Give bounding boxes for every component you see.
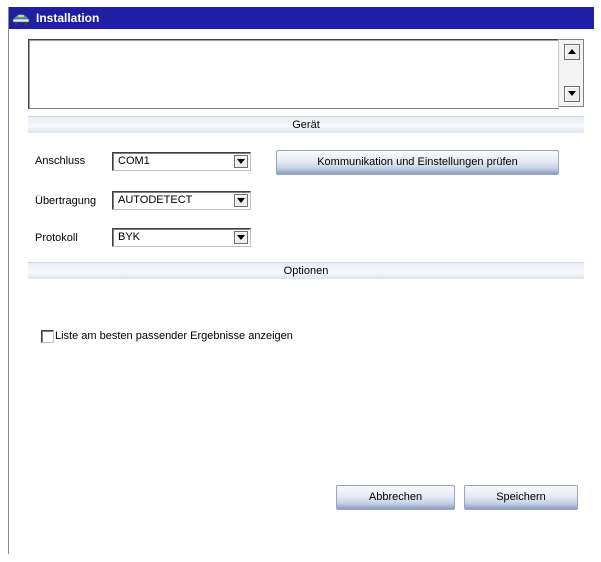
log-textarea[interactable] (28, 39, 559, 109)
transfer-value: AUTODETECT (118, 194, 193, 206)
title-bar[interactable]: Installation (9, 7, 594, 29)
save-button[interactable]: Speichern (464, 485, 578, 510)
chevron-down-icon (237, 159, 245, 164)
scroll-up-button[interactable] (564, 44, 580, 60)
chevron-down-icon (237, 198, 245, 203)
transfer-dropdown-button[interactable] (234, 194, 248, 207)
transfer-select[interactable]: AUTODETECT (112, 191, 251, 210)
installation-window: Installation Gerät Anschluss COM1 Übertr… (8, 7, 594, 554)
protocol-select[interactable]: BYK (112, 228, 251, 247)
connection-select[interactable]: COM1 (112, 152, 251, 171)
installation-app-icon (12, 10, 30, 26)
connection-label: Anschluss (35, 155, 86, 167)
arrow-down-icon (568, 91, 576, 96)
protocol-label: Protokoll (35, 232, 78, 244)
transfer-label: Übertragung (35, 195, 97, 207)
section-header-options: Optionen (28, 262, 584, 279)
log-scrollbar[interactable] (558, 39, 584, 107)
window-title: Installation (36, 11, 100, 25)
arrow-up-icon (568, 49, 576, 54)
test-communication-button[interactable]: Kommunikation und Einstellungen prüfen (276, 150, 559, 175)
protocol-value: BYK (118, 231, 141, 243)
scroll-down-button[interactable] (564, 86, 580, 102)
chevron-down-icon (237, 235, 245, 240)
protocol-dropdown-button[interactable] (234, 231, 248, 244)
show-best-matches-label[interactable]: Liste am besten passender Ergebnisse anz… (55, 330, 293, 342)
show-best-matches-checkbox[interactable] (41, 330, 54, 343)
section-header-device: Gerät (28, 116, 584, 133)
connection-dropdown-button[interactable] (234, 155, 248, 168)
connection-value: COM1 (118, 155, 150, 167)
cancel-button[interactable]: Abbrechen (336, 485, 455, 510)
